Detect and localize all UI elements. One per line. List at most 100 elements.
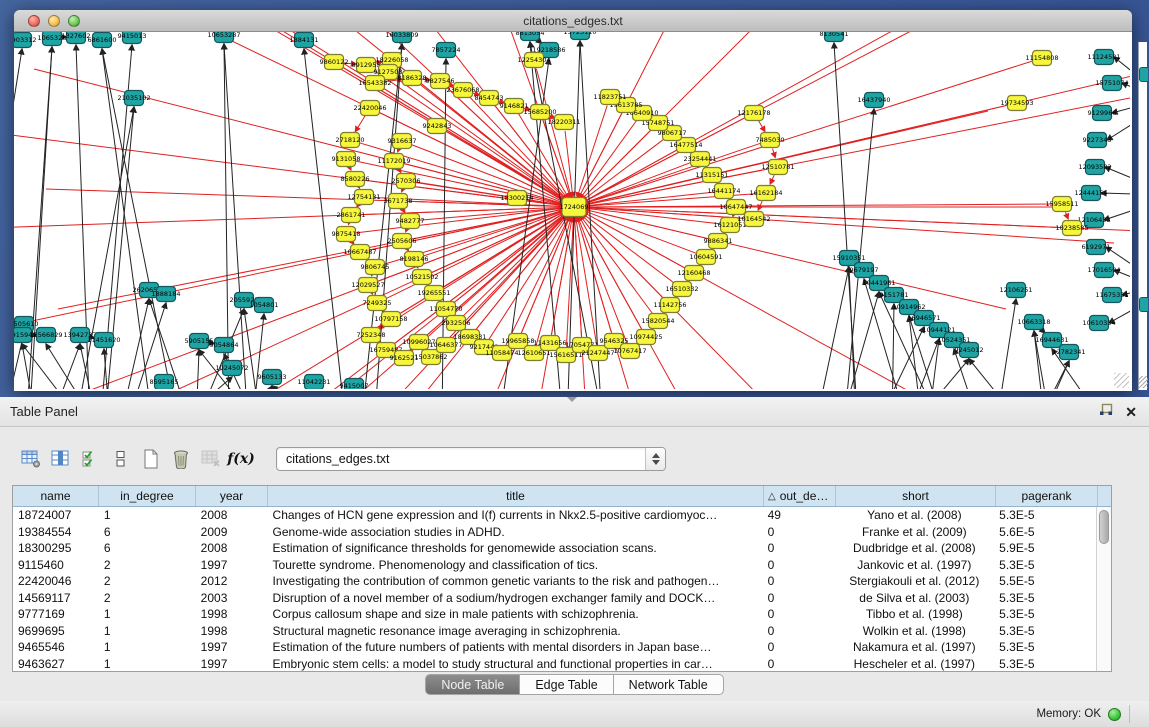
create-column-icon[interactable] bbox=[136, 445, 166, 473]
graph-node[interactable]: 9860122 bbox=[320, 55, 349, 70]
table-cell[interactable]: 2008 bbox=[196, 540, 268, 557]
graph-node[interactable]: 11054770 bbox=[429, 302, 462, 317]
graph-node[interactable]: 3671738 bbox=[384, 194, 413, 209]
graph-node[interactable]: 10974425 bbox=[629, 330, 662, 345]
graph-node[interactable]: 10653287 bbox=[207, 32, 240, 43]
table-cell[interactable]: Genome-wide association studies in ADHD. bbox=[268, 524, 763, 541]
table-cell[interactable]: 2 bbox=[99, 557, 196, 574]
table-row[interactable]: 946362711997Embryonic stem cells: a mode… bbox=[13, 656, 1096, 672]
graph-node[interactable]: 2570306 bbox=[392, 174, 421, 189]
table-cell[interactable]: Structural magnetic resonance image aver… bbox=[268, 623, 763, 640]
table-select-dropdown[interactable]: citations_edges.txt bbox=[276, 447, 666, 471]
scrollbar-thumb[interactable] bbox=[1099, 510, 1109, 544]
table-cell[interactable]: Estimation of significance thresholds fo… bbox=[268, 540, 763, 557]
table-cell[interactable]: 0 bbox=[763, 639, 835, 656]
graph-node[interactable]: 10663318 bbox=[1017, 315, 1050, 330]
table-cell[interactable]: 5.3E-5 bbox=[994, 623, 1096, 640]
column-header-year[interactable]: year bbox=[196, 486, 268, 506]
table-cell[interactable]: 1997 bbox=[196, 656, 268, 672]
table-cell[interactable]: 0 bbox=[763, 623, 835, 640]
table-cell[interactable]: Stergiakouli et al. (2012) bbox=[834, 573, 994, 590]
graph-node[interactable]: 11675331 bbox=[1095, 288, 1128, 303]
graph-node[interactable]: 19734593 bbox=[1000, 96, 1033, 111]
minimize-window-button[interactable] bbox=[48, 15, 60, 27]
table-cell[interactable]: 2009 bbox=[196, 524, 268, 541]
table-cell[interactable]: 19384554 bbox=[13, 524, 99, 541]
table-mode-icon[interactable] bbox=[16, 445, 46, 473]
table-cell[interactable]: 5.3E-5 bbox=[994, 639, 1096, 656]
graph-node[interactable]: 10610334 bbox=[1082, 316, 1115, 331]
delete-column-icon[interactable] bbox=[166, 445, 196, 473]
table-cell[interactable]: Tourette syndrome. Phenomenology and cla… bbox=[268, 557, 763, 574]
graph-node[interactable]: 12444154 bbox=[1074, 186, 1107, 201]
graph-node[interactable]: 2505606 bbox=[388, 234, 417, 249]
graph-node[interactable]: 16510332 bbox=[665, 282, 698, 297]
table-cell[interactable]: 1 bbox=[99, 507, 196, 524]
table-cell[interactable]: 5.3E-5 bbox=[994, 606, 1096, 623]
table-scrollbar[interactable] bbox=[1096, 507, 1111, 671]
graph-node[interactable]: 9482777 bbox=[396, 214, 425, 229]
close-panel-icon[interactable]: ✕ bbox=[1125, 405, 1137, 419]
close-window-button[interactable] bbox=[28, 15, 40, 27]
table-cell[interactable]: Franke et al. (2009) bbox=[834, 524, 994, 541]
row-height-icon[interactable] bbox=[106, 445, 136, 473]
table-row[interactable]: 1456911722003Disruption of a novel membe… bbox=[13, 590, 1096, 607]
column-header-out_de[interactable]: △out_de… bbox=[764, 486, 836, 506]
column-header-short[interactable]: short bbox=[836, 486, 996, 506]
table-cell[interactable]: 0 bbox=[763, 573, 835, 590]
table-cell[interactable]: 5.6E-5 bbox=[994, 524, 1096, 541]
graph-node[interactable]: 11124581 bbox=[1087, 50, 1120, 65]
graph-node[interactable]: 10604591 bbox=[689, 250, 722, 265]
graph-node[interactable]: 12106251 bbox=[999, 283, 1032, 298]
table-cell[interactable]: 1 bbox=[99, 639, 196, 656]
table-cell[interactable]: 0 bbox=[763, 590, 835, 607]
graph-node[interactable]: 2932506 bbox=[442, 316, 471, 331]
graph-node[interactable]: 2718120 bbox=[336, 133, 365, 148]
table-cell[interactable]: 1 bbox=[99, 606, 196, 623]
graph-node[interactable]: 9875418 bbox=[332, 227, 361, 242]
table-cell[interactable]: Jankovic et al. (1997) bbox=[834, 557, 994, 574]
table-cell[interactable]: 0 bbox=[763, 656, 835, 672]
table-cell[interactable]: 5.3E-5 bbox=[994, 557, 1096, 574]
table-cell[interactable]: 6 bbox=[99, 540, 196, 557]
select-rows-icon[interactable] bbox=[76, 445, 106, 473]
graph-node[interactable]: 11154808 bbox=[1025, 51, 1058, 66]
float-panel-icon[interactable] bbox=[1099, 403, 1113, 421]
table-row[interactable]: 911546021997Tourette syndrome. Phenomeno… bbox=[13, 557, 1096, 574]
table-row[interactable]: 1872400712008Changes of HCN gene express… bbox=[13, 507, 1096, 524]
graph-node[interactable]: 17016504 bbox=[1087, 263, 1120, 278]
table-cell[interactable]: 9463627 bbox=[13, 656, 99, 672]
table-cell[interactable]: 0 bbox=[763, 557, 835, 574]
table-cell[interactable]: 9115460 bbox=[13, 557, 99, 574]
graph-node[interactable]: 11315151 bbox=[695, 168, 728, 183]
graph-node[interactable]: 12754131 bbox=[347, 190, 380, 205]
table-cell[interactable]: 2012 bbox=[196, 573, 268, 590]
graph-node[interactable]: 9886341 bbox=[704, 234, 733, 249]
table-cell[interactable]: 14569117 bbox=[13, 590, 99, 607]
table-row[interactable]: 977716911998Corpus callosum shape and si… bbox=[13, 606, 1096, 623]
table-cell[interactable]: Investigating the contribution of common… bbox=[268, 573, 763, 590]
graph-node[interactable]: 9415007 bbox=[340, 379, 369, 390]
split-pane-handle[interactable] bbox=[567, 397, 577, 402]
tab-node-table[interactable]: Node Table bbox=[425, 674, 520, 695]
graph-node[interactable]: 21035102 bbox=[117, 91, 150, 106]
table-cell[interactable]: 2 bbox=[99, 573, 196, 590]
graph-node[interactable]: 15723110 bbox=[563, 32, 596, 40]
table-cell[interactable]: 5.3E-5 bbox=[994, 656, 1096, 672]
graph-node[interactable]: 15820544 bbox=[641, 314, 674, 329]
graph-node[interactable]: 9415013 bbox=[118, 32, 147, 44]
network-window-titlebar[interactable]: citations_edges.txt bbox=[14, 10, 1132, 32]
table-cell[interactable]: Embryonic stem cells: a model to study s… bbox=[268, 656, 763, 672]
graph-node[interactable]: 10797158 bbox=[374, 312, 407, 327]
graph-node[interactable]: 2861741 bbox=[337, 208, 366, 223]
delete-table-icon[interactable] bbox=[196, 445, 226, 473]
show-columns-icon[interactable] bbox=[46, 445, 76, 473]
zoom-window-button[interactable] bbox=[68, 15, 80, 27]
table-cell[interactable]: 18300295 bbox=[13, 540, 99, 557]
table-cell[interactable]: Yano et al. (2008) bbox=[834, 507, 994, 524]
table-cell[interactable]: 0 bbox=[763, 606, 835, 623]
table-cell[interactable]: 2008 bbox=[196, 507, 268, 524]
network-canvas[interactable]: 1903312106532813276026861600941501310653… bbox=[14, 32, 1130, 389]
table-row[interactable]: 2242004622012Investigating the contribut… bbox=[13, 573, 1096, 590]
graph-node[interactable]: 9605133 bbox=[258, 370, 287, 385]
